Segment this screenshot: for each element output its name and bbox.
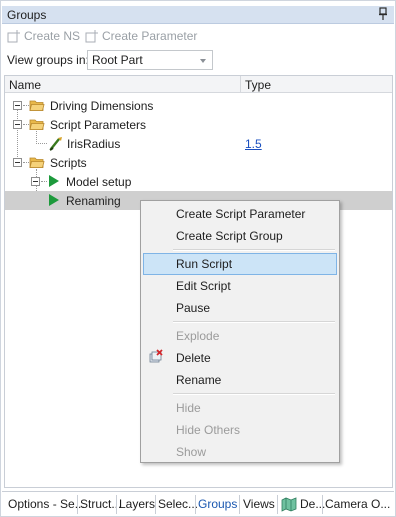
menu-item-label: Show bbox=[176, 445, 207, 459]
tree-row-label: Renaming bbox=[66, 194, 121, 208]
folder-open-icon bbox=[29, 100, 45, 111]
groups-panel: Groups Create NS Create Parameter View g… bbox=[0, 0, 396, 517]
create-parameter-icon bbox=[85, 30, 98, 43]
parameter-icon bbox=[49, 137, 62, 151]
column-header-name[interactable]: Name bbox=[9, 78, 41, 92]
menu-item-rename[interactable]: Rename bbox=[143, 369, 337, 391]
collapse-toggle[interactable] bbox=[13, 120, 22, 129]
menu-item-label: Run Script bbox=[176, 257, 233, 271]
map-icon bbox=[281, 497, 297, 512]
menu-separator bbox=[173, 393, 335, 395]
tree-row-model-setup[interactable]: Model setup bbox=[5, 172, 392, 191]
tab-selection[interactable]: Selec... bbox=[158, 497, 198, 511]
tab-separator bbox=[239, 495, 240, 514]
tab-views[interactable]: Views bbox=[243, 497, 275, 511]
grid-header: Name Type bbox=[5, 76, 392, 93]
menu-separator bbox=[173, 249, 335, 251]
tab-camera-options[interactable]: Camera O... bbox=[325, 497, 390, 511]
tree-row-label: Scripts bbox=[50, 156, 87, 170]
create-parameter-label: Create Parameter bbox=[102, 29, 198, 43]
menu-item-label: Delete bbox=[176, 351, 211, 365]
tab-groups[interactable]: Groups bbox=[198, 497, 237, 511]
panel-title: Groups bbox=[7, 8, 47, 22]
menu-item-label: Explode bbox=[176, 329, 220, 343]
panel-title-bar[interactable]: Groups bbox=[2, 6, 394, 24]
menu-item-label: Rename bbox=[176, 373, 222, 387]
menu-item-create-script-parameter[interactable]: Create Script Parameter bbox=[143, 203, 337, 225]
collapse-toggle[interactable] bbox=[31, 177, 40, 186]
context-menu: Create Script Parameter Create Script Gr… bbox=[140, 200, 340, 463]
collapse-toggle[interactable] bbox=[13, 158, 22, 167]
tab-separator bbox=[322, 495, 323, 514]
menu-item-explode: Explode bbox=[143, 325, 337, 347]
view-groups-dropdown[interactable]: Root Part bbox=[87, 50, 213, 70]
parameter-value-link[interactable]: 1.5 bbox=[245, 137, 262, 151]
menu-item-hide: Hide bbox=[143, 397, 337, 419]
pin-icon[interactable] bbox=[378, 7, 388, 21]
script-play-icon bbox=[49, 194, 59, 206]
menu-item-delete[interactable]: Delete bbox=[143, 347, 337, 369]
tab-separator bbox=[116, 495, 117, 514]
menu-item-hide-others: Hide Others bbox=[143, 419, 337, 441]
menu-item-label: Create Script Parameter bbox=[176, 207, 306, 221]
create-ns-button[interactable]: Create NS bbox=[7, 29, 80, 43]
create-ns-label: Create NS bbox=[24, 29, 81, 43]
tab-separator bbox=[155, 495, 156, 514]
menu-item-label: Hide Others bbox=[176, 423, 241, 437]
tree-row-script-parameters[interactable]: Script Parameters bbox=[5, 115, 392, 134]
script-play-icon bbox=[49, 175, 59, 187]
menu-separator bbox=[173, 321, 335, 323]
menu-item-label: Hide bbox=[176, 401, 201, 415]
tab-layers[interactable]: Layers bbox=[119, 497, 155, 511]
tab-separator bbox=[277, 495, 278, 514]
tab-separator bbox=[195, 495, 196, 514]
menu-item-create-script-group[interactable]: Create Script Group bbox=[143, 225, 337, 247]
column-divider[interactable] bbox=[240, 76, 241, 93]
tree-row-label: Model setup bbox=[66, 175, 132, 189]
folder-open-icon bbox=[29, 157, 45, 168]
collapse-toggle[interactable] bbox=[13, 101, 22, 110]
menu-item-run-script[interactable]: Run Script bbox=[143, 253, 337, 275]
chevron-down-icon bbox=[200, 59, 206, 63]
tab-options-selection[interactable]: Options - Se... bbox=[8, 497, 85, 511]
menu-item-pause[interactable]: Pause bbox=[143, 297, 337, 319]
create-parameter-button[interactable]: Create Parameter bbox=[85, 29, 197, 43]
menu-item-show: Show bbox=[143, 441, 337, 463]
view-groups-value: Root Part bbox=[92, 53, 143, 67]
tree-row-label: IrisRadius bbox=[67, 137, 121, 151]
view-groups-row: View groups in: Root Part bbox=[5, 50, 385, 70]
tab-separator bbox=[77, 495, 78, 514]
menu-item-label: Pause bbox=[176, 301, 211, 315]
groups-toolbar: Create NS Create Parameter bbox=[5, 28, 385, 46]
tree-row-label: Driving Dimensions bbox=[50, 99, 154, 113]
menu-item-edit-script[interactable]: Edit Script bbox=[143, 275, 337, 297]
tree-row-label: Script Parameters bbox=[50, 118, 147, 132]
folder-open-icon bbox=[29, 119, 45, 130]
tree-row-irisradius[interactable]: IrisRadius 1.5 bbox=[5, 134, 392, 153]
tree-row-scripts[interactable]: Scripts bbox=[5, 153, 392, 172]
view-groups-label: View groups in: bbox=[7, 53, 89, 67]
menu-item-label: Edit Script bbox=[176, 279, 231, 293]
column-header-type[interactable]: Type bbox=[245, 78, 271, 92]
tree-row-driving-dimensions[interactable]: Driving Dimensions bbox=[5, 96, 392, 115]
menu-item-label: Create Script Group bbox=[176, 229, 283, 243]
create-ns-icon bbox=[7, 30, 20, 43]
panel-tab-strip: Options - Se... Struct... Layers Selec..… bbox=[2, 491, 394, 516]
delete-icon bbox=[149, 349, 163, 363]
